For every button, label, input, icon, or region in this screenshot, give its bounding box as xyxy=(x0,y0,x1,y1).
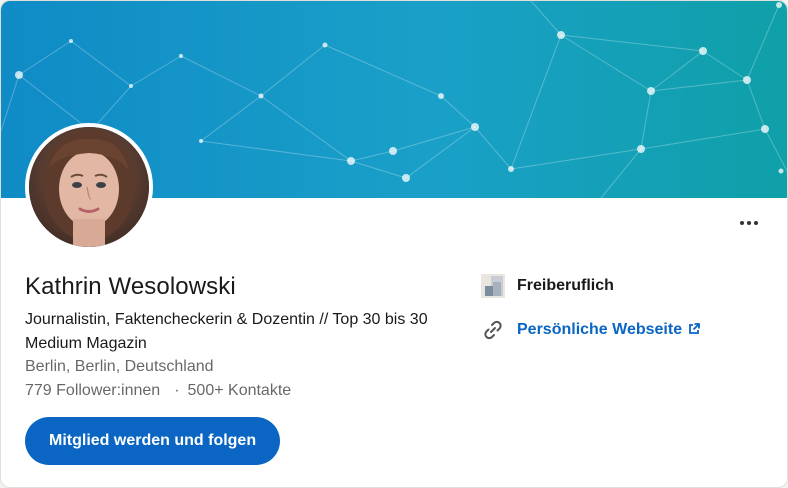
profile-name: Kathrin Wesolowski xyxy=(25,273,236,300)
website-link[interactable]: Persönliche Webseite xyxy=(517,321,701,339)
personal-website[interactable]: Persönliche Webseite xyxy=(481,318,701,342)
profile-stats: 779 Follower:innen · 500+ Kontakte xyxy=(25,380,291,402)
external-link-icon xyxy=(689,323,701,334)
join-and-follow-button[interactable]: Mitglied werden und folgen xyxy=(25,417,281,465)
company-logo xyxy=(481,274,505,298)
profile-card: Kathrin Wesolowski Journalistin, Faktenc… xyxy=(0,0,788,488)
profile-avatar[interactable] xyxy=(25,123,153,251)
profile-headline: Journalistin, Faktencheckerin & Dozentin… xyxy=(25,311,428,352)
company-name: Freiberuflich xyxy=(517,277,614,294)
website-label: Persönliche Webseite xyxy=(517,321,683,338)
connections-count: 500+ Kontakte xyxy=(187,382,292,399)
current-company[interactable]: Freiberuflich xyxy=(481,274,614,298)
followers-count: 779 Follower:innen xyxy=(25,382,161,399)
link-icon xyxy=(481,318,505,342)
profile-location: Berlin, Berlin, Deutschland xyxy=(25,358,214,375)
stats-separator: · xyxy=(174,382,180,399)
ellipsis-icon xyxy=(740,221,744,225)
more-options-button[interactable] xyxy=(735,209,763,237)
